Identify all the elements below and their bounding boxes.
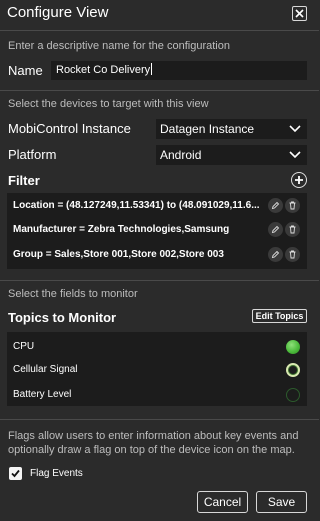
edit-filter-button[interactable] xyxy=(268,222,283,237)
delete-filter-button[interactable] xyxy=(285,247,300,262)
trash-icon xyxy=(289,250,296,259)
filter-text: Location = (48.127249,11.53341) to (48.0… xyxy=(13,200,260,211)
delete-filter-button[interactable] xyxy=(285,222,300,237)
close-icon xyxy=(295,9,304,18)
topics-label: Topics to Monitor xyxy=(8,310,117,325)
filter-row: Group = Sales,Store 001,Store 002,Store … xyxy=(7,242,307,267)
name-input-value: Rocket Co Delivery xyxy=(56,64,151,76)
cancel-button[interactable]: Cancel xyxy=(197,491,248,513)
trash-icon xyxy=(289,225,296,234)
filter-row: Location = (48.127249,11.53341) to (48.0… xyxy=(7,193,307,218)
topics-list: CPU Cellular Signal Battery Level xyxy=(7,332,307,406)
filter-text: Manufacturer = Zebra Technologies,Samsun… xyxy=(13,224,230,235)
save-button[interactable]: Save xyxy=(256,491,307,513)
flags-description: Flags allow users to enter information a… xyxy=(8,430,299,456)
list-item: Battery Level xyxy=(13,389,72,400)
status-warning-icon[interactable] xyxy=(286,363,300,377)
divider xyxy=(0,30,319,31)
filter-list: Location = (48.127249,11.53341) to (48.0… xyxy=(7,193,307,269)
platform-select-value: Android xyxy=(160,148,202,162)
list-item: CPU xyxy=(13,341,35,352)
divider xyxy=(0,90,319,91)
pencil-icon xyxy=(271,225,280,234)
status-active-icon[interactable] xyxy=(286,340,300,354)
flag-events-checkbox[interactable] xyxy=(9,467,22,480)
instance-label: MobiControl Instance xyxy=(8,121,131,136)
flag-events-label: Flag Events xyxy=(30,468,83,479)
dialog-title: Configure View xyxy=(7,4,109,21)
name-label: Name xyxy=(8,63,43,78)
fields-hint: Select the fields to monitor xyxy=(8,288,138,300)
list-item: Cellular Signal xyxy=(13,364,78,375)
close-button[interactable] xyxy=(292,6,307,21)
name-hint: Enter a descriptive name for the configu… xyxy=(8,40,230,52)
chevron-down-icon xyxy=(289,151,301,159)
devices-hint: Select the devices to target with this v… xyxy=(8,98,209,110)
divider xyxy=(0,419,319,420)
chevron-down-icon xyxy=(289,125,301,133)
trash-icon xyxy=(289,201,296,210)
platform-label: Platform xyxy=(8,147,57,162)
name-input[interactable]: Rocket Co Delivery xyxy=(51,61,307,80)
pencil-icon xyxy=(271,250,280,259)
checkmark-icon xyxy=(11,469,20,478)
delete-filter-button[interactable] xyxy=(285,198,300,213)
filter-text: Group = Sales,Store 001,Store 002,Store … xyxy=(13,249,224,260)
filter-label: Filter xyxy=(8,173,40,188)
instance-select-value: Datagen Instance xyxy=(160,122,255,136)
platform-select[interactable]: Android xyxy=(156,145,307,165)
text-caret xyxy=(151,63,153,75)
pencil-icon xyxy=(271,201,280,210)
add-filter-button[interactable] xyxy=(291,172,307,188)
divider xyxy=(0,280,319,281)
instance-select[interactable]: Datagen Instance xyxy=(156,119,307,139)
edit-filter-button[interactable] xyxy=(268,247,283,262)
status-off-icon[interactable] xyxy=(286,388,300,402)
edit-topics-button[interactable]: Edit Topics xyxy=(252,309,307,323)
filter-row: Manufacturer = Zebra Technologies,Samsun… xyxy=(7,217,307,242)
edit-filter-button[interactable] xyxy=(268,198,283,213)
plus-icon xyxy=(295,176,303,184)
